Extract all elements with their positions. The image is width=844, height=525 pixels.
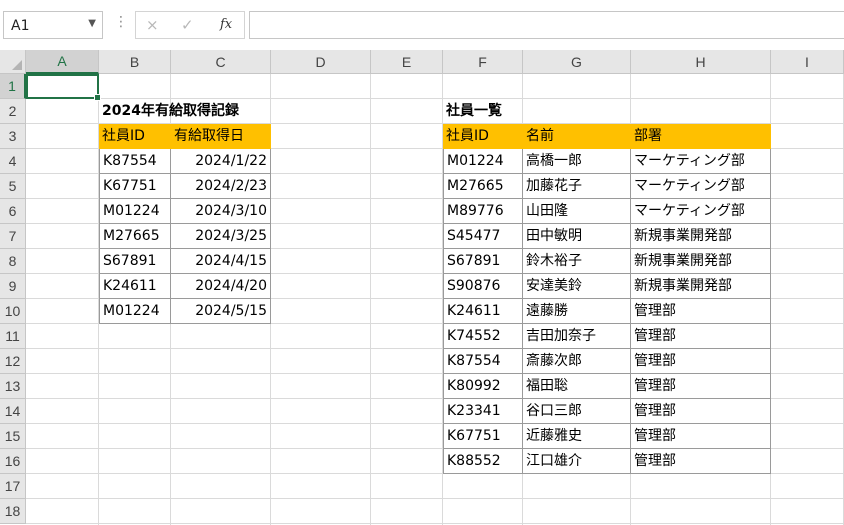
leave-table-title[interactable]: 2024年有給取得記録 (99, 99, 259, 124)
employee-id-cell[interactable]: K67751 (99, 174, 171, 199)
gridline-horizontal (26, 523, 844, 524)
row-header-4[interactable]: 4 (0, 149, 26, 174)
row-header-8[interactable]: 8 (0, 249, 26, 274)
row-header-5[interactable]: 5 (0, 174, 26, 199)
department-cell[interactable]: 管理部 (631, 349, 771, 374)
row-header-12[interactable]: 12 (0, 349, 26, 374)
employee-name-cell[interactable]: 加藤花子 (523, 174, 631, 199)
employee-name-cell[interactable]: 吉田加奈子 (523, 324, 631, 349)
column-header-a[interactable]: A (26, 50, 99, 74)
employee-id-cell[interactable]: M01224 (99, 299, 171, 324)
employee-id-cell[interactable]: K87554 (99, 149, 171, 174)
employee-id-cell[interactable]: S67891 (443, 249, 523, 274)
employee-name-cell[interactable]: 遠藤勝 (523, 299, 631, 324)
employee-name-cell[interactable]: 福田聡 (523, 374, 631, 399)
employee-id-cell[interactable]: S67891 (99, 249, 171, 274)
department-cell[interactable]: 新規事業開発部 (631, 274, 771, 299)
row-header-13[interactable]: 13 (0, 374, 26, 399)
employee-table-header[interactable]: 部署 (631, 124, 771, 149)
row-header-9[interactable]: 9 (0, 274, 26, 299)
employee-id-cell[interactable]: K88552 (443, 449, 523, 474)
employee-id-cell[interactable]: K23341 (443, 399, 523, 424)
leave-date-cell[interactable]: 2024/1/22 (171, 149, 271, 174)
column-header-d[interactable]: D (271, 50, 371, 74)
gridline-vertical (370, 74, 371, 525)
leave-date-cell[interactable]: 2024/4/20 (171, 274, 271, 299)
active-cell-a1[interactable] (26, 74, 101, 101)
leave-date-cell[interactable]: 2024/5/15 (171, 299, 271, 324)
row-header-7[interactable]: 7 (0, 224, 26, 249)
department-cell[interactable]: マーケティング部 (631, 199, 771, 224)
column-header-i[interactable]: I (771, 50, 844, 74)
row-header-11[interactable]: 11 (0, 324, 26, 349)
employee-id-cell[interactable]: M01224 (443, 149, 523, 174)
leave-date-cell[interactable]: 2024/2/23 (171, 174, 271, 199)
column-header-e[interactable]: E (371, 50, 443, 74)
employee-id-cell[interactable]: M01224 (99, 199, 171, 224)
row-header-6[interactable]: 6 (0, 199, 26, 224)
employee-id-cell[interactable]: S45477 (443, 224, 523, 249)
row-header-18[interactable]: 18 (0, 499, 26, 524)
row-header-14[interactable]: 14 (0, 399, 26, 424)
department-cell[interactable]: マーケティング部 (631, 174, 771, 199)
row-header-2[interactable]: 2 (0, 99, 26, 124)
leave-date-cell[interactable]: 2024/3/10 (171, 199, 271, 224)
department-cell[interactable]: 管理部 (631, 449, 771, 474)
column-header-f[interactable]: F (443, 50, 523, 74)
row-header-16[interactable]: 16 (0, 449, 26, 474)
employee-table-header[interactable]: 社員ID (443, 124, 523, 149)
department-cell[interactable]: 管理部 (631, 324, 771, 349)
employee-table-header[interactable]: 名前 (523, 124, 631, 149)
department-cell[interactable]: 管理部 (631, 399, 771, 424)
employee-id-cell[interactable]: M89776 (443, 199, 523, 224)
employee-name-cell[interactable]: 谷口三郎 (523, 399, 631, 424)
leave-date-cell[interactable]: 2024/4/15 (171, 249, 271, 274)
row-header-10[interactable]: 10 (0, 299, 26, 324)
column-header-g[interactable]: G (523, 50, 631, 74)
employee-id-cell[interactable]: K74552 (443, 324, 523, 349)
employee-name-cell[interactable]: 近藤雅史 (523, 424, 631, 449)
employee-id-cell[interactable]: K87554 (443, 349, 523, 374)
employee-id-cell[interactable]: K80992 (443, 374, 523, 399)
row-header-15[interactable]: 15 (0, 424, 26, 449)
employee-id-cell[interactable]: K24611 (99, 274, 171, 299)
employee-name-cell[interactable]: 斎藤次郎 (523, 349, 631, 374)
column-header-b[interactable]: B (99, 50, 171, 74)
employee-id-cell[interactable]: K67751 (443, 424, 523, 449)
employee-id-cell[interactable]: S90876 (443, 274, 523, 299)
employee-name-cell[interactable]: 高橋一郎 (523, 149, 631, 174)
department-cell[interactable]: マーケティング部 (631, 149, 771, 174)
worksheet-grid[interactable]: A B C D E F G H I 1 2 3 4 5 6 7 8 9 10 11 12 13 14 15 16 17 18 2024… (0, 0, 844, 525)
employee-id-cell[interactable]: M27665 (443, 174, 523, 199)
department-cell[interactable]: 管理部 (631, 299, 771, 324)
employee-id-cell[interactable]: M27665 (99, 224, 171, 249)
employee-name-cell[interactable]: 安達美鈴 (523, 274, 631, 299)
department-cell[interactable]: 新規事業開発部 (631, 249, 771, 274)
row-header-1[interactable]: 1 (0, 74, 26, 99)
employee-id-cell[interactable]: K24611 (443, 299, 523, 324)
column-header-c[interactable]: C (171, 50, 271, 74)
gridline-horizontal (26, 498, 844, 499)
department-cell[interactable]: 新規事業開発部 (631, 224, 771, 249)
leave-date-cell[interactable]: 2024/3/25 (171, 224, 271, 249)
employee-name-cell[interactable]: 江口雄介 (523, 449, 631, 474)
employee-name-cell[interactable]: 鈴木裕子 (523, 249, 631, 274)
column-header-h[interactable]: H (631, 50, 771, 74)
row-header-3[interactable]: 3 (0, 124, 26, 149)
employee-table-title[interactable]: 社員一覧 (443, 99, 543, 124)
employee-name-cell[interactable]: 田中敏明 (523, 224, 631, 249)
employee-name-cell[interactable]: 山田隆 (523, 199, 631, 224)
leave-table-header[interactable]: 社員ID (99, 124, 171, 149)
select-all-button[interactable] (0, 50, 26, 74)
department-cell[interactable]: 管理部 (631, 374, 771, 399)
leave-table-header[interactable]: 有給取得日 (171, 124, 271, 149)
row-header-17[interactable]: 17 (0, 474, 26, 499)
department-cell[interactable]: 管理部 (631, 424, 771, 449)
